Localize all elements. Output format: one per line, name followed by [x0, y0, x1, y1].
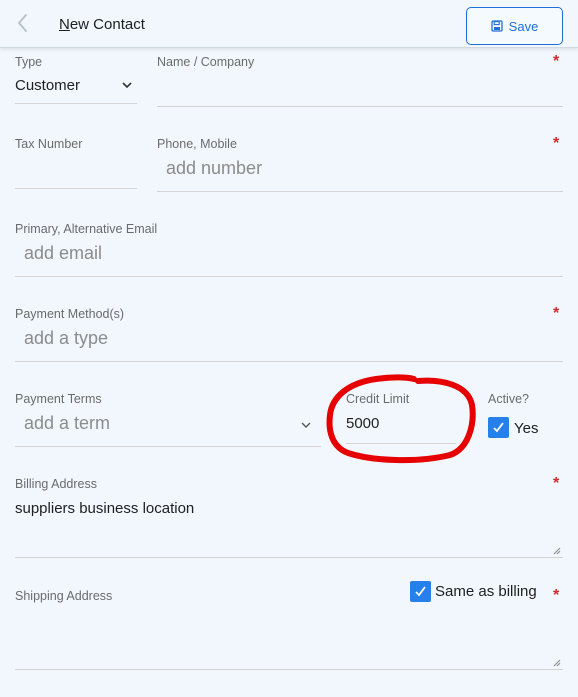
- type-underline: [15, 103, 137, 104]
- payment-terms-placeholder: add a term: [24, 413, 111, 433]
- save-button-label: Save: [508, 18, 539, 34]
- active-label: Active?: [488, 392, 529, 406]
- chevron-down-icon: [301, 422, 311, 428]
- page-title: New Contact: [59, 16, 145, 33]
- shipping-address-underline: [15, 669, 563, 670]
- save-button[interactable]: Save: [466, 7, 563, 45]
- required-marker: *: [553, 475, 560, 492]
- checkmark-icon: [415, 586, 426, 597]
- active-checkbox[interactable]: [488, 417, 509, 438]
- billing-address-label: Billing Address: [15, 477, 97, 491]
- billing-address-value: suppliers business location: [15, 500, 195, 517]
- active-checkbox-label: Yes: [514, 420, 539, 437]
- resize-handle-icon[interactable]: [553, 659, 561, 667]
- email-placeholder: add email: [24, 243, 103, 263]
- title-text: ew Contact: [69, 16, 145, 33]
- payment-terms-label: Payment Terms: [15, 392, 102, 406]
- credit-limit-underline: [346, 443, 456, 444]
- same-as-billing-checkbox[interactable]: [410, 581, 431, 602]
- phone-underline: [157, 191, 563, 192]
- tax-number-underline: [15, 188, 137, 189]
- required-marker: *: [553, 135, 560, 152]
- shipping-address-label: Shipping Address: [15, 589, 113, 603]
- credit-limit-label: Credit Limit: [346, 392, 410, 406]
- resize-handle-icon[interactable]: [553, 547, 561, 555]
- new-contact-form-screen: New Contact Save Type Customer Name / Co…: [0, 0, 578, 697]
- tax-number-input[interactable]: [15, 154, 137, 188]
- title-access-key: N: [59, 16, 70, 33]
- tax-number-label: Tax Number: [15, 137, 83, 151]
- type-value: Customer: [15, 77, 81, 94]
- required-marker: *: [553, 305, 560, 322]
- required-marker: *: [553, 587, 560, 604]
- required-marker: *: [553, 53, 560, 70]
- email-underline: [15, 276, 563, 277]
- back-button[interactable]: [14, 12, 32, 34]
- chevron-left-icon: [18, 14, 27, 32]
- payment-method-label: Payment Method(s): [15, 307, 125, 321]
- credit-limit-value: 5000: [346, 415, 380, 432]
- type-label: Type: [15, 55, 43, 69]
- name-company-label: Name / Company: [157, 55, 255, 69]
- email-label: Primary, Alternative Email: [15, 222, 158, 236]
- same-as-billing-label: Same as billing: [435, 583, 537, 600]
- phone-placeholder: add number: [166, 158, 263, 178]
- billing-address-underline: [15, 557, 563, 558]
- shipping-address-textarea[interactable]: [15, 606, 563, 668]
- chevron-down-icon: [122, 82, 132, 89]
- header-bar: New Contact Save: [0, 0, 578, 48]
- payment-terms-underline: [15, 446, 321, 447]
- payment-method-underline: [15, 361, 563, 362]
- name-company-underline: [157, 106, 563, 107]
- phone-label: Phone, Mobile: [157, 137, 237, 151]
- payment-method-placeholder: add a type: [24, 328, 109, 348]
- name-company-input[interactable]: [157, 72, 563, 106]
- floppy-disk-icon: [491, 20, 503, 32]
- checkmark-icon: [493, 422, 504, 433]
